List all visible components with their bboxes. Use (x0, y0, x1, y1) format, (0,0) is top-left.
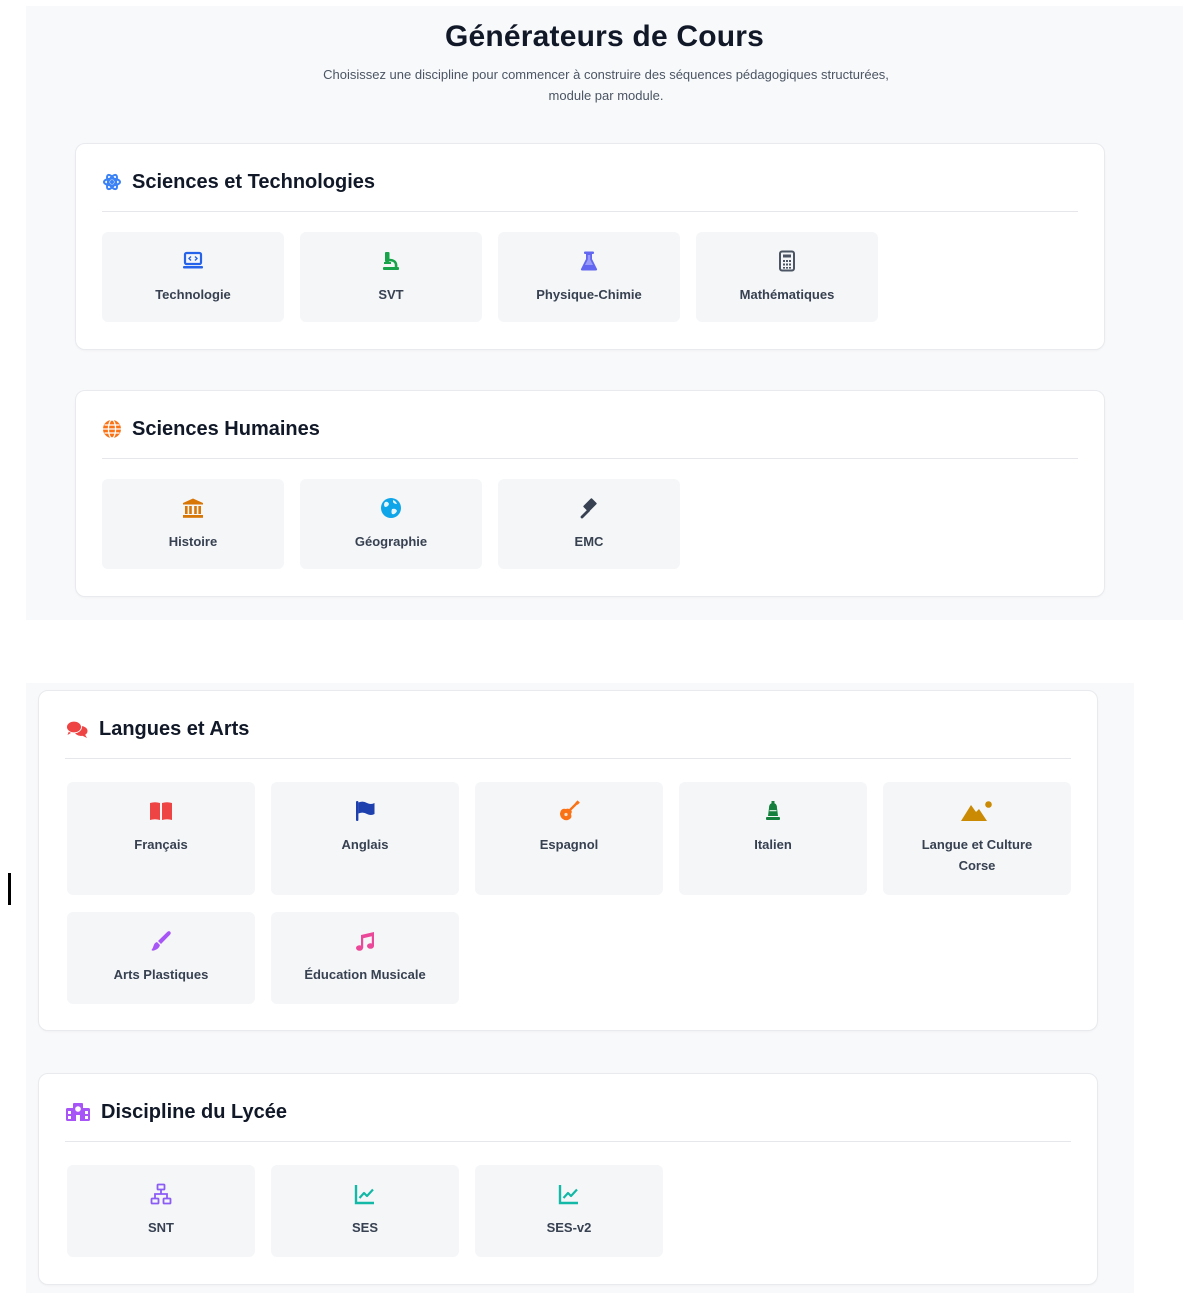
laptop-code-icon (183, 251, 203, 269)
earth-icon (381, 498, 401, 518)
section-title: Discipline du Lycée (101, 1101, 287, 1123)
subject-label: SVT (378, 287, 404, 302)
subject-label: Technologie (155, 287, 231, 302)
section-header: Discipline du Lycée (65, 1100, 1071, 1142)
subject-label: SES-v2 (546, 1220, 592, 1235)
subject-card-espagnol[interactable]: Espagnol (475, 782, 663, 895)
section-header: Langues et Arts (65, 717, 1071, 759)
top-panel: Générateurs de Cours Choisissez une disc… (26, 6, 1183, 620)
subject-card-snt[interactable]: SNT (67, 1165, 255, 1257)
guitar-icon (560, 800, 580, 821)
subject-label: Français (134, 837, 188, 852)
subject-label: EMC (574, 534, 604, 549)
comments-icon (66, 720, 88, 738)
section-sciences-humaines: Sciences Humaines Histoire Géographie EM… (75, 390, 1105, 597)
section-title: Sciences Humaines (132, 418, 320, 440)
subject-label: Éducation Musicale (304, 967, 426, 982)
subject-card-svt[interactable]: SVT (300, 232, 482, 322)
subject-label: Physique-Chimie (536, 287, 642, 302)
subject-label: Mathématiques (739, 287, 835, 302)
subject-card-emc[interactable]: EMC (498, 479, 680, 569)
subject-card-education-musicale[interactable]: Éducation Musicale (271, 912, 459, 1004)
subject-label: SNT (148, 1220, 174, 1235)
gavel-icon (580, 498, 597, 519)
bottom-panel: Langues et Arts Français Anglais Espagno… (26, 683, 1134, 1293)
page-subtitle: Choisissez une discipline pour commencer… (323, 67, 889, 103)
subject-card-histoire[interactable]: Histoire (102, 479, 284, 569)
subject-label: Italien (754, 837, 792, 852)
section-title: Sciences et Technologies (132, 171, 376, 193)
flask-icon (580, 251, 598, 271)
page-title: Générateurs de Cours (444, 20, 765, 53)
section-header: Sciences et Technologies (102, 170, 1078, 212)
network-icon (150, 1183, 172, 1205)
subject-card-geographie[interactable]: Géographie (300, 479, 482, 569)
subject-label: Espagnol (539, 837, 599, 852)
section-header: Sciences Humaines (102, 417, 1078, 459)
subject-label: Langue et Culture Corse (921, 837, 1033, 873)
microscope-icon (383, 252, 399, 270)
calculator-icon (779, 250, 795, 272)
bell-icon (766, 801, 780, 820)
section-langues-arts: Langues et Arts Français Anglais Espagno… (38, 690, 1098, 1031)
subject-card-francais[interactable]: Français (67, 782, 255, 895)
text-cursor (8, 873, 11, 905)
landmark-icon (183, 498, 203, 518)
chart-line-icon (354, 1185, 374, 1205)
subject-label: Géographie (354, 534, 428, 549)
subject-card-langue-culture-corse[interactable]: Langue et Culture Corse (883, 782, 1071, 895)
subject-card-ses[interactable]: SES (271, 1165, 459, 1257)
chart-line-icon (558, 1185, 578, 1205)
subject-label: Arts Plastiques (113, 967, 209, 982)
subject-card-mathematiques[interactable]: Mathématiques (696, 232, 878, 322)
section-title: Langues et Arts (99, 718, 250, 740)
subject-label: SES (351, 1220, 378, 1235)
subject-label: Histoire (168, 534, 218, 549)
flag-icon (356, 801, 375, 821)
section-discipline-lycee: Discipline du Lycée SNT SES SES-v2 (38, 1073, 1098, 1285)
book-icon (150, 802, 172, 820)
mountain-icon (961, 801, 992, 821)
subject-label: Anglais (341, 837, 389, 852)
subject-card-ses-v2[interactable]: SES-v2 (475, 1165, 663, 1257)
globe-icon (103, 419, 121, 439)
subject-card-italien[interactable]: Italien (679, 782, 867, 895)
subject-card-arts-plastiques[interactable]: Arts Plastiques (67, 912, 255, 1004)
subject-card-technologie[interactable]: Technologie (102, 232, 284, 322)
school-icon (66, 1103, 90, 1121)
atom-icon (103, 173, 121, 191)
section-sciences-technologies: Sciences et Technologies Technologie SVT (75, 143, 1105, 350)
subject-card-anglais[interactable]: Anglais (271, 782, 459, 895)
paintbrush-icon (151, 931, 171, 951)
music-icon (356, 932, 374, 951)
subject-card-physique-chimie[interactable]: Physique-Chimie (498, 232, 680, 322)
